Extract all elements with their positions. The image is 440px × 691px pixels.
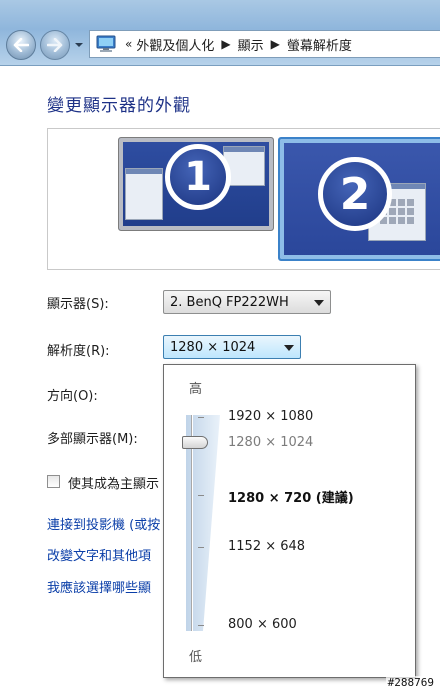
which-settings-link[interactable]: 我應該選擇哪些顯 <box>47 577 151 596</box>
monitor-2[interactable]: 2 <box>278 137 440 261</box>
high-label: 高 <box>189 382 203 397</box>
slider-tick <box>198 625 204 626</box>
resolution-label: 解析度(R): <box>47 344 110 359</box>
connect-projector-link[interactable]: 連接到投影機 (或按 <box>47 514 160 533</box>
breadcrumb-separator-icon[interactable]: ▶ <box>221 37 230 51</box>
breadcrumb-item-display[interactable]: 顯示 <box>238 35 264 54</box>
back-button[interactable] <box>6 30 36 60</box>
resolution-option-recommended[interactable]: 1280 × 720 (建議) <box>228 487 354 506</box>
slider-tick <box>198 547 204 548</box>
text-size-link[interactable]: 改變文字和其他項 <box>47 545 151 564</box>
slider-tick <box>198 495 204 496</box>
recent-pages-dropdown[interactable] <box>74 41 84 49</box>
chevron-down-icon <box>284 345 294 351</box>
resolution-slider-popup: 高 1920 × 1080 1280 × 1024 1280 × 720 (建議… <box>163 364 416 678</box>
make-primary-label[interactable]: 使其成為主顯示 <box>68 473 159 492</box>
control-panel-icon <box>96 35 116 52</box>
chevron-down-icon <box>314 300 324 306</box>
resolution-select[interactable]: 1280 × 1024 <box>163 335 301 359</box>
monitor-arrangement-panel: 1 2 <box>47 128 440 270</box>
back-arrow-icon <box>13 38 29 52</box>
resolution-slider[interactable] <box>182 415 220 631</box>
display-label: 顯示器(S): <box>47 297 109 312</box>
monitor-preview-window <box>125 168 163 220</box>
breadcrumb-separator-icon[interactable]: ▶ <box>271 37 280 51</box>
page-title: 變更顯示器的外觀 <box>47 96 191 116</box>
resolution-option[interactable]: 800 × 600 <box>228 617 297 632</box>
breadcrumb-item-personalization[interactable]: 外觀及個人化 <box>136 35 214 54</box>
monitor-1[interactable]: 1 <box>118 137 274 231</box>
multiple-displays-label: 多部顯示器(M): <box>47 432 138 447</box>
address-bar[interactable]: « 外觀及個人化 ▶ 顯示 ▶ 螢幕解析度 <box>89 30 440 58</box>
resolution-select-value: 1280 × 1024 <box>170 339 256 355</box>
resolution-option[interactable]: 1920 × 1080 <box>228 409 313 424</box>
monitor-number-badge: 2 <box>318 157 392 231</box>
orientation-label: 方向(O): <box>47 389 98 404</box>
resolution-option-current[interactable]: 1280 × 1024 <box>228 435 313 450</box>
make-primary-checkbox[interactable] <box>47 475 60 488</box>
slider-thumb[interactable] <box>182 436 208 449</box>
forward-arrow-icon <box>47 38 63 52</box>
breadcrumb-item-screen-resolution[interactable]: 螢幕解析度 <box>287 35 352 54</box>
slider-tick <box>198 417 204 418</box>
watermark-text: #288769 <box>385 676 436 689</box>
screen-resolution-window: « 外觀及個人化 ▶ 顯示 ▶ 螢幕解析度 變更顯示器的外觀 1 2 顯示器(S… <box>0 0 440 691</box>
display-select-value: 2. BenQ FP222WH <box>170 294 289 310</box>
display-select[interactable]: 2. BenQ FP222WH <box>163 290 331 314</box>
resolution-option[interactable]: 1152 × 648 <box>228 539 305 554</box>
breadcrumb-overflow[interactable]: « <box>125 37 132 51</box>
forward-button[interactable] <box>40 30 70 60</box>
navigation-bar: « 外觀及個人化 ▶ 顯示 ▶ 螢幕解析度 <box>0 0 440 66</box>
low-label: 低 <box>189 650 203 665</box>
monitor-number-badge: 1 <box>165 144 231 210</box>
